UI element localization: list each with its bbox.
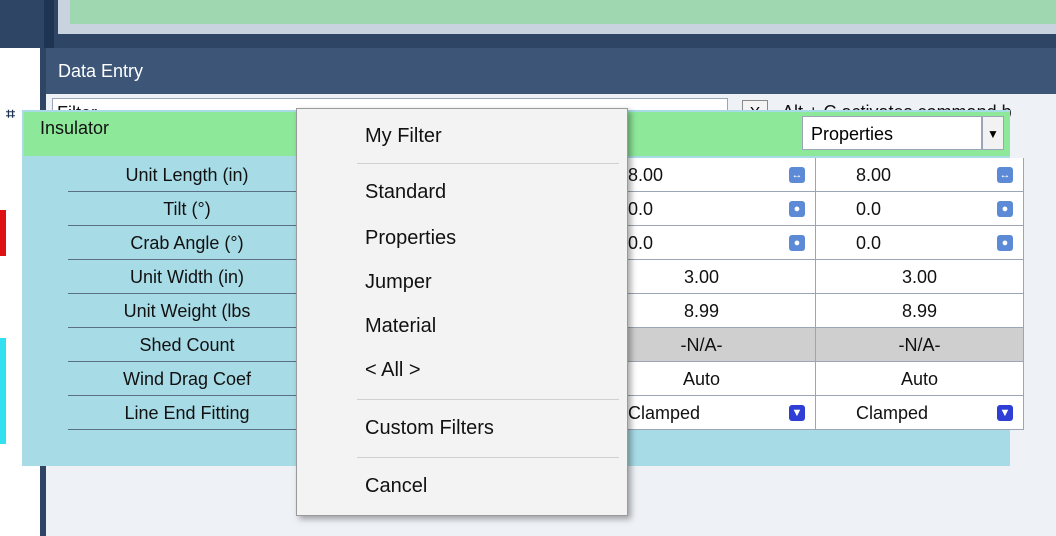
pin-icon[interactable]: ⌗ [6, 106, 15, 124]
menu-item-jumper[interactable]: Jumper [365, 271, 432, 294]
menu-item-properties[interactable]: Properties [365, 227, 456, 250]
cell-value: 8.00 [856, 165, 892, 185]
dropdown-icon[interactable]: ▼ [789, 405, 805, 421]
menu-item-custom-filters[interactable]: Custom Filters [365, 417, 494, 440]
cell-value: Auto [900, 369, 939, 389]
value-cell[interactable]: 3.00 [816, 260, 1024, 294]
value-cell[interactable]: -N/A- [816, 328, 1024, 362]
menu-item-material[interactable]: Material [365, 315, 436, 338]
circle-icon[interactable]: ● [997, 235, 1013, 251]
filter-context-menu: My Filter Standard Properties Jumper Mat… [296, 108, 628, 516]
row-label: Crab Angle (°) [68, 226, 306, 260]
menu-separator [357, 399, 619, 400]
menu-item-standard[interactable]: Standard [365, 181, 446, 204]
cell-value: Clamped [856, 403, 929, 423]
cell-value: 8.99 [901, 301, 938, 321]
row-label: Line End Fitting [68, 396, 306, 430]
grid-title: Insulator [40, 118, 110, 138]
cell-value: 3.00 [901, 267, 938, 287]
menu-separator [357, 163, 619, 164]
top-view-area [70, 0, 1056, 24]
dropdown-icon[interactable]: ▼ [997, 405, 1013, 421]
properties-select[interactable]: Properties [802, 116, 982, 150]
value-cell[interactable]: 0.0 ● [816, 192, 1024, 226]
menu-item-my-filter[interactable]: My Filter [365, 125, 442, 148]
circle-icon[interactable]: ● [789, 201, 805, 217]
double-arrow-icon[interactable]: ↔ [997, 167, 1013, 183]
menu-separator [357, 457, 619, 458]
row-label: Wind Drag Coef [68, 362, 306, 396]
value-cell[interactable]: Clamped ▼ [816, 396, 1024, 430]
double-arrow-icon[interactable]: ↔ [789, 167, 805, 183]
value-cell[interactable]: 0.0 ● [816, 226, 1024, 260]
circle-icon[interactable]: ● [997, 201, 1013, 217]
menu-item-cancel[interactable]: Cancel [365, 475, 427, 498]
row-label: Shed Count [68, 328, 306, 362]
cell-value: 0.0 [856, 233, 882, 253]
row-label: Unit Width (in) [68, 260, 306, 294]
top-divider [44, 0, 54, 48]
cell-value: 0.0 [628, 199, 654, 219]
menu-item-all[interactable]: < All > [365, 359, 421, 382]
cell-value: 0.0 [628, 233, 654, 253]
cell-value: -N/A- [898, 335, 941, 355]
row-label: Unit Weight (lbs [68, 294, 306, 328]
cell-value: 8.00 [628, 165, 664, 185]
value-cell[interactable]: 8.99 [816, 294, 1024, 328]
dock-tab-cyan[interactable] [0, 338, 6, 444]
cell-value: Clamped [628, 403, 701, 423]
row-label: Unit Length (in) [68, 158, 306, 192]
chevron-down-icon[interactable]: ▼ [982, 116, 1004, 150]
row-label: Tilt (°) [68, 192, 306, 226]
cell-value: 0.0 [856, 199, 882, 219]
panel-title: Data Entry [46, 48, 1056, 94]
value-cell[interactable]: Auto [816, 362, 1024, 396]
dock-tab-red[interactable] [0, 210, 6, 256]
value-cell[interactable]: 8.00 ↔ [816, 158, 1024, 192]
circle-icon[interactable]: ● [789, 235, 805, 251]
